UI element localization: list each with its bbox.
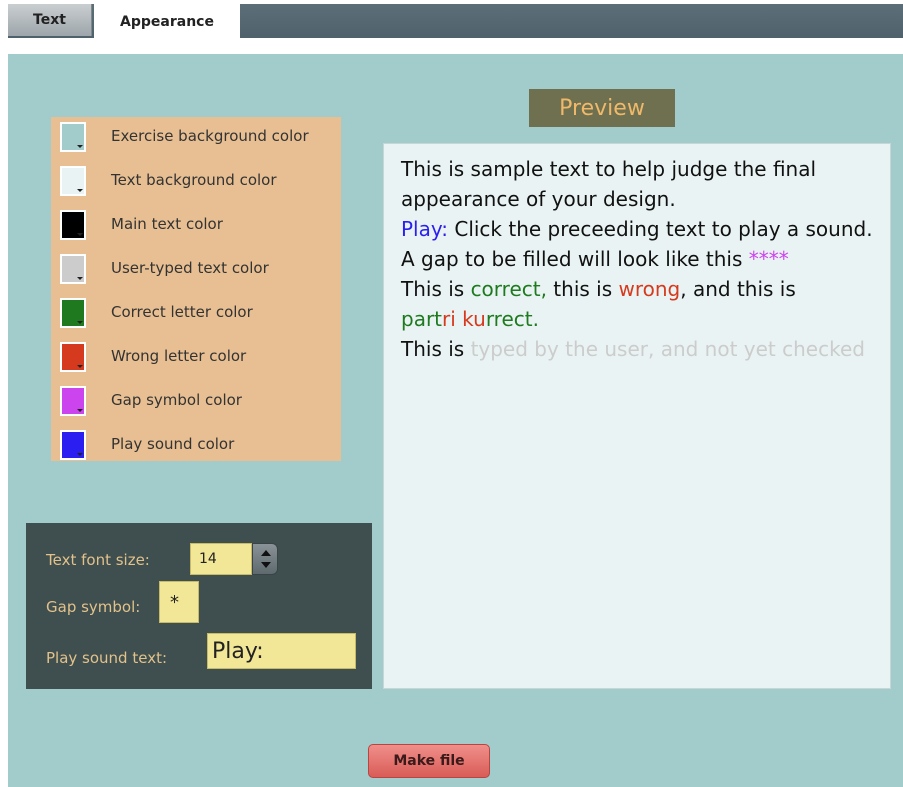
preview-area: This is sample text to help judge the fi… <box>383 143 891 689</box>
preview-line-intro: This is sample text to help judge the fi… <box>401 157 817 211</box>
tab-text[interactable]: Text <box>8 4 92 36</box>
gap-symbol-input[interactable] <box>159 581 199 623</box>
header-strip <box>8 38 903 54</box>
partial-wrong-d: ku <box>462 307 486 331</box>
exercise-background-color-label: Exercise background color <box>111 127 309 145</box>
dropdown-caret-icon <box>77 321 83 324</box>
font-size-input[interactable] <box>190 543 252 575</box>
dropdown-caret-icon <box>77 365 83 368</box>
dropdown-caret-icon <box>77 453 83 456</box>
color-row-text-background: Text background color <box>51 161 341 205</box>
font-size-label: Text font size: <box>46 551 150 569</box>
appearance-panel: Exercise background color Text backgroun… <box>8 54 903 787</box>
color-row-gap-symbol: Gap symbol color <box>51 381 341 425</box>
color-row-user-typed: User-typed text color <box>51 249 341 293</box>
gap-symbol-color-swatch[interactable] <box>60 386 86 416</box>
make-file-button[interactable]: Make file <box>368 744 490 778</box>
play-sound-color-label: Play sound color <box>111 435 235 453</box>
dropdown-caret-icon <box>77 145 83 148</box>
gap-description: A gap to be filled will look like this <box>401 247 749 271</box>
text-background-color-label: Text background color <box>111 171 277 189</box>
color-row-exercise-background: Exercise background color <box>51 117 341 161</box>
preview-line-play: Play: Click the preceeding text to play … <box>401 214 876 244</box>
dropdown-caret-icon <box>77 233 83 236</box>
user-typed-text-color-label: User-typed text color <box>111 259 269 277</box>
middle-text: this is <box>546 277 619 301</box>
color-row-main-text: Main text color <box>51 205 341 249</box>
main-text-color-swatch[interactable] <box>60 210 86 240</box>
end-text: , and this is <box>680 277 796 301</box>
text-background-color-swatch[interactable] <box>60 166 86 196</box>
play-description: Click the preceeding text to play a soun… <box>448 217 873 241</box>
font-size-stepper[interactable] <box>252 543 278 575</box>
dropdown-caret-icon <box>77 189 83 192</box>
play-sound-text-label: Play sound text: <box>46 649 168 667</box>
partial-wrong-b: ri <box>442 307 456 331</box>
user-typed-text-color-swatch[interactable] <box>60 254 86 284</box>
main-text-color-label: Main text color <box>111 215 223 233</box>
preview-line-correctness: This is correct, this is wrong, and this… <box>401 274 876 334</box>
correct-letter-color-swatch[interactable] <box>60 298 86 328</box>
gap-symbol-sample: **** <box>748 247 789 271</box>
stepper-up-icon <box>261 550 271 556</box>
wrong-letter-color-swatch[interactable] <box>60 342 86 372</box>
play-sound-color-swatch[interactable] <box>60 430 86 460</box>
wrong-letter-color-label: Wrong letter color <box>111 347 247 365</box>
gap-symbol-label: Gap symbol: <box>46 598 141 616</box>
correct-prefix: This is <box>401 277 471 301</box>
user-typed-sample: typed by the user, and not yet checked <box>470 337 865 361</box>
color-settings-panel: Exercise background color Text backgroun… <box>51 117 341 461</box>
typed-prefix: This is <box>401 337 471 361</box>
exercise-background-color-swatch[interactable] <box>60 122 86 152</box>
partial-correct-a: part <box>401 307 443 331</box>
dropdown-caret-icon <box>77 277 83 280</box>
correct-letter-color-label: Correct letter color <box>111 303 253 321</box>
preview-line-typed: This is typed by the user, and not yet c… <box>401 334 876 364</box>
play-sound-text-input[interactable] <box>207 633 356 669</box>
gap-symbol-color-label: Gap symbol color <box>111 391 242 409</box>
partial-correct-e: rrect. <box>485 307 539 331</box>
preview-title: Preview <box>529 89 675 127</box>
app-frame: Text Appearance Exercise background colo… <box>8 0 903 787</box>
tab-appearance[interactable]: Appearance <box>94 4 240 40</box>
wrong-sample: wrong <box>618 277 681 301</box>
dropdown-caret-icon <box>77 409 83 412</box>
preview-line-gap: A gap to be filled will look like this *… <box>401 244 876 274</box>
text-settings-panel: Text font size: Gap symbol: Play sound t… <box>26 523 372 689</box>
correct-sample: correct, <box>470 277 547 301</box>
color-row-correct-letter: Correct letter color <box>51 293 341 337</box>
play-sound-link[interactable]: Play: <box>401 217 448 241</box>
color-row-play-sound: Play sound color <box>51 425 341 469</box>
stepper-down-icon <box>261 562 271 568</box>
color-row-wrong-letter: Wrong letter color <box>51 337 341 381</box>
